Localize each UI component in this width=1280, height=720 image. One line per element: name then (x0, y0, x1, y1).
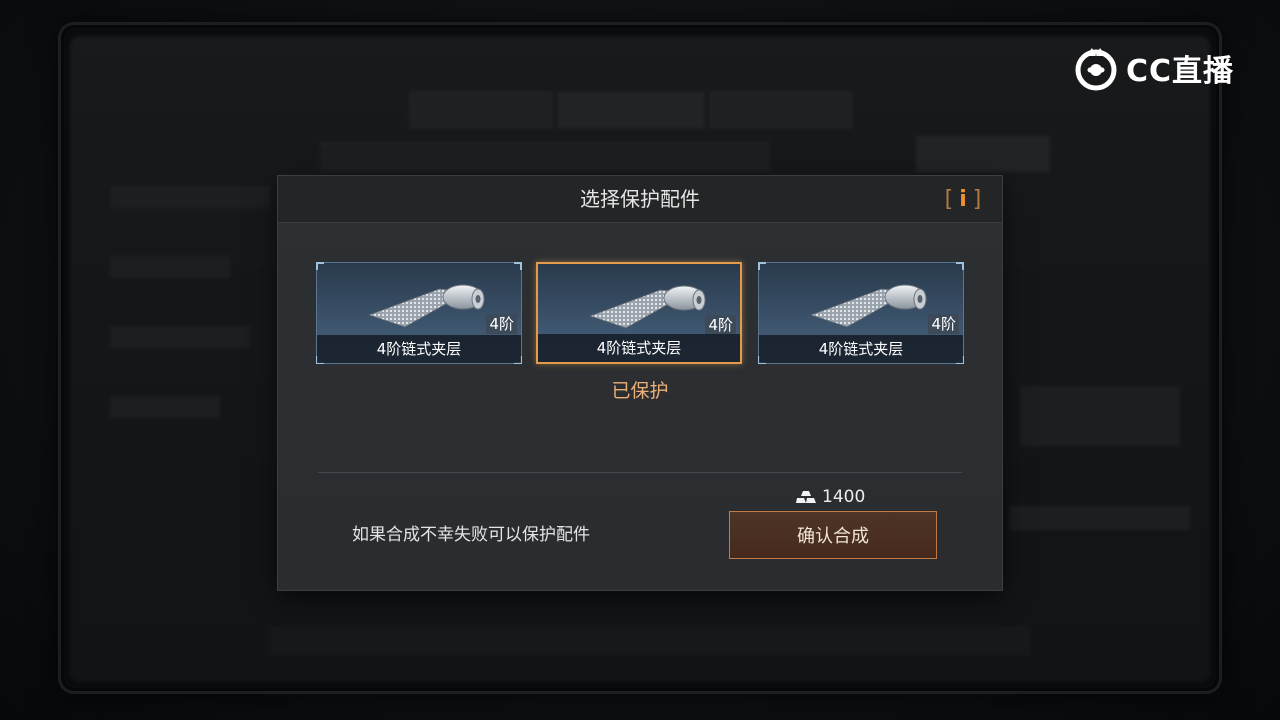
card-corner (956, 262, 964, 270)
part-name: 4阶链式夹层 (317, 335, 521, 363)
card-corner (514, 262, 522, 270)
protection-hint: 如果合成不幸失败可以保护配件 (352, 525, 590, 545)
tier-badge: 4阶 (486, 314, 517, 334)
chain-armor-roll-icon (588, 285, 706, 329)
part-name: 4阶链式夹层 (538, 334, 740, 362)
bracket-right: ] (972, 186, 982, 212)
divider (318, 472, 962, 473)
card-corner (758, 262, 766, 270)
gold-bars-icon (796, 491, 816, 503)
bracket-left: [ (944, 186, 954, 212)
part-name: 4阶链式夹层 (759, 335, 963, 363)
tier-badge: 4阶 (928, 314, 959, 334)
card-corner (316, 262, 324, 270)
cc-logo-icon (1075, 48, 1117, 91)
watermark-logo: CC直播 (1072, 42, 1242, 94)
info-icon: i (959, 186, 967, 212)
cost-display: 1400 (796, 486, 865, 508)
protect-parts-dialog: 选择保护配件 [ i ] 4阶 4阶链式夹层 4阶 4阶链式夹层 4阶 4阶链式… (278, 176, 1002, 590)
chain-armor-roll-icon (367, 284, 485, 328)
tier-badge: 4阶 (705, 315, 736, 335)
cost-amount: 1400 (822, 487, 866, 507)
part-card[interactable]: 4阶 4阶链式夹层 (758, 262, 964, 364)
game-scene: CC直播 选择保护配件 [ i ] 4阶 4阶链式夹层 4阶 4阶链式夹层 4阶… (0, 0, 1280, 720)
watermark-text: CC直播 (1126, 54, 1235, 89)
confirm-synthesis-button[interactable]: 确认合成 (729, 511, 937, 559)
dialog-title: 选择保护配件 (580, 187, 700, 211)
chain-armor-roll-icon (809, 284, 927, 328)
part-card-selected[interactable]: 4阶 4阶链式夹层 (536, 262, 742, 364)
part-card[interactable]: 4阶 4阶链式夹层 (316, 262, 522, 364)
protected-status: 已保护 (611, 380, 669, 402)
info-button[interactable]: [ i ] (944, 185, 982, 213)
